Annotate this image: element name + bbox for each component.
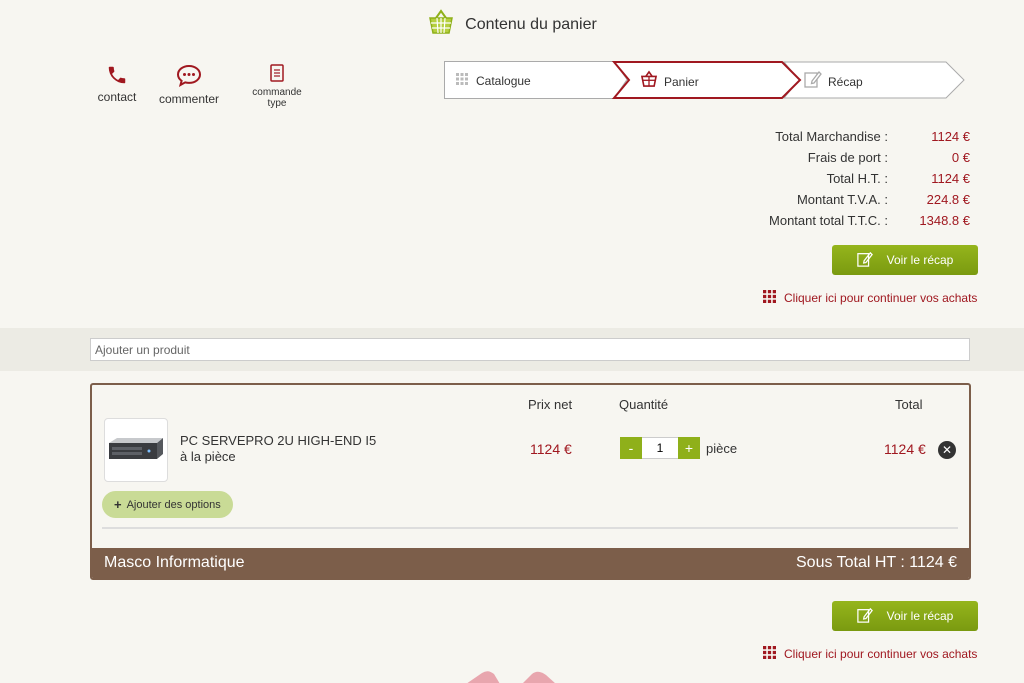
document-icon [269, 64, 285, 87]
total-merch-label: Total Marchandise : [775, 129, 888, 144]
comment-link[interactable]: commenter [155, 64, 223, 106]
page-title: Contenu du panier [465, 15, 597, 33]
cart-box: Prix net Quantité Total PC SERVEPRO 2U H… [90, 383, 971, 580]
total-ttc-row: Montant total T.T.C. : 1348.8 € [700, 210, 980, 231]
col-price-header: Prix net [528, 397, 573, 412]
product-thumbnail[interactable] [104, 418, 168, 482]
step-catalogue-label: Catalogue [476, 74, 531, 88]
grid-icon [763, 646, 776, 662]
increment-button[interactable]: + [678, 437, 700, 459]
page-header: Contenu du panier [0, 8, 1024, 41]
product-price: 1124 € [530, 441, 572, 457]
view-recap-label: Voir le récap [886, 609, 954, 623]
remove-item-icon[interactable]: ✕ [938, 441, 956, 459]
step-panier-label: Panier [664, 74, 699, 89]
total-merch-row: Total Marchandise : 1124 € [700, 126, 980, 147]
step-catalogue[interactable]: Catalogue [456, 72, 531, 90]
totals-summary: Total Marchandise : 1124 € Frais de port… [700, 126, 980, 231]
total-ht-label: Total H.T. : [826, 171, 888, 186]
divider [102, 527, 958, 529]
shipping-label: Frais de port : [807, 150, 888, 165]
edit-icon [856, 607, 873, 626]
basket-icon [640, 70, 658, 93]
product-subtitle: à la pièce [180, 449, 236, 464]
product-name[interactable]: PC SERVEPRO 2U HIGH-END I5 [180, 433, 376, 449]
vendor-footer: Masco Informatique Sous Total HT : 1124 … [92, 548, 969, 578]
total-merch-value: 1124 € [931, 129, 970, 144]
step-recap[interactable]: Récap [804, 70, 863, 93]
continue-shopping-link-top[interactable]: Cliquer ici pour continuer vos achats [763, 290, 977, 306]
step-recap-label: Récap [828, 74, 863, 89]
continue-shopping-label: Cliquer ici pour continuer vos achats [784, 647, 978, 661]
line-total: 1124 € [884, 441, 926, 457]
vat-value: 224.8 € [926, 192, 970, 207]
vat-row: Montant T.V.A. : 224.8 € [700, 189, 980, 210]
comment-label: commenter [158, 92, 220, 106]
quantity-unit: pièce [706, 440, 738, 456]
order-type-label-2: type [267, 98, 287, 109]
vendor-name: Masco Informatique [104, 554, 245, 571]
checkout-stepper: Catalogue Panier Récap [444, 61, 966, 104]
col-total-header: Total [895, 397, 923, 412]
order-type-label-1: commande [252, 87, 302, 98]
shipping-value: 0 € [951, 150, 970, 165]
view-recap-button-bottom[interactable]: Voir le récap [832, 601, 978, 631]
basket-icon [427, 8, 455, 41]
contact-link[interactable]: contact [96, 64, 138, 104]
view-recap-button-top[interactable]: Voir le récap [832, 245, 978, 275]
grid-icon [456, 72, 468, 90]
decrement-button[interactable]: - [620, 437, 642, 459]
phone-icon [106, 64, 128, 91]
subtotal-ht: Sous Total HT : 1124 € [796, 554, 957, 571]
view-recap-label: Voir le récap [886, 253, 954, 267]
plus-icon: + [114, 497, 122, 512]
edit-icon [804, 70, 822, 93]
server-image [109, 438, 163, 459]
quantity-stepper: - + pièce [620, 437, 737, 459]
decorative-shape [460, 664, 570, 683]
total-ttc-value: 1348.8 € [919, 213, 970, 228]
col-qty-header: Quantité [619, 397, 669, 412]
add-options-label: Ajouter des options [126, 498, 221, 511]
order-type-link[interactable]: commande type [246, 64, 308, 109]
continue-shopping-label: Cliquer ici pour continuer vos achats [784, 291, 978, 305]
total-ht-row: Total H.T. : 1124 € [700, 168, 980, 189]
total-ht-value: 1124 € [931, 171, 970, 186]
total-ttc-label: Montant total T.T.C. : [769, 213, 888, 228]
edit-icon [856, 251, 873, 270]
comment-icon [176, 64, 202, 93]
add-product-input[interactable] [90, 338, 970, 361]
grid-icon [763, 290, 776, 306]
product-info: PC SERVEPRO 2U HIGH-END I5 à la pièce [180, 433, 376, 465]
contact-label: contact [97, 90, 137, 104]
continue-shopping-link-bottom[interactable]: Cliquer ici pour continuer vos achats [763, 646, 977, 662]
step-panier[interactable]: Panier [640, 70, 699, 93]
add-options-button[interactable]: + Ajouter des options [102, 491, 233, 518]
shipping-row: Frais de port : 0 € [700, 147, 980, 168]
quantity-input[interactable] [642, 437, 678, 459]
vat-label: Montant T.V.A. : [796, 192, 888, 207]
